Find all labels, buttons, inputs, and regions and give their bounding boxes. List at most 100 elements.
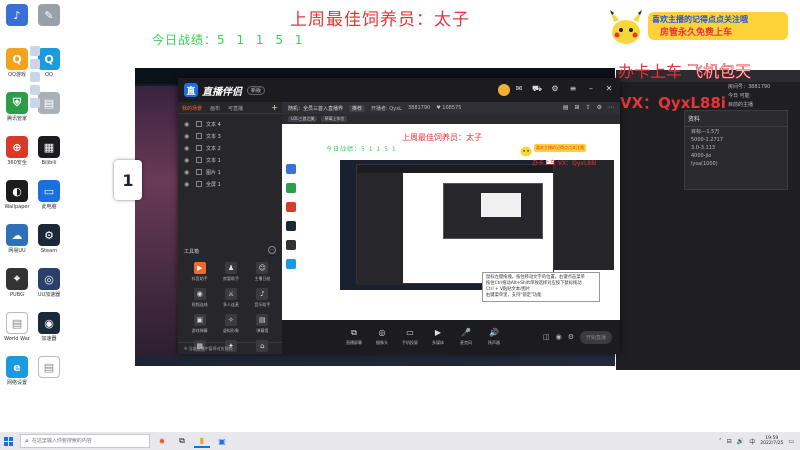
control-button[interactable]: ◎ 摄像头	[368, 328, 396, 346]
scene-checkbox[interactable]	[196, 169, 202, 175]
clock[interactable]: 19:59 2022/7/25	[760, 436, 783, 446]
volume-icon[interactable]: 🔊	[737, 438, 744, 445]
room-title[interactable]: 随机：全员三首入直播界	[288, 105, 343, 112]
desktop-icon[interactable]: ▦ Bilibili	[32, 136, 66, 166]
chart-icon[interactable]: ▤	[563, 104, 569, 111]
start-button[interactable]	[0, 432, 16, 450]
menu-icon[interactable]: ≡	[568, 84, 578, 94]
network-icon[interactable]: ⊟	[727, 438, 732, 445]
control-button[interactable]: 🔊 扬声器	[480, 328, 508, 346]
desktop-icon[interactable]: ◎ UU加速器	[32, 268, 66, 298]
start-live-button[interactable]: 开始直播	[579, 330, 612, 344]
eye-icon[interactable]: ◉	[184, 133, 192, 140]
version-badge[interactable]: 新版	[247, 85, 266, 95]
tool-icon: ⚔	[224, 288, 237, 300]
tool-button[interactable]: ◉ 视频连线	[184, 288, 215, 308]
mail-icon[interactable]: ✉	[514, 84, 524, 94]
eye-icon[interactable]: ◉	[184, 169, 192, 176]
eye-icon[interactable]: ◉	[184, 157, 192, 164]
tool-button[interactable]: ♟ 房管助手	[215, 262, 246, 282]
tool-button[interactable]: ✧ 虚拟形象	[215, 314, 246, 334]
tool-button[interactable]: ▶ 抖音助手	[184, 262, 215, 282]
chevron-up-icon[interactable]: ˄	[719, 438, 722, 445]
preview-icon	[286, 164, 296, 174]
toolbox-more-button[interactable]: ···	[268, 246, 276, 254]
info-card-item: lysa(1000)	[691, 161, 718, 167]
scene-item[interactable]: ◉ 图片 1	[178, 166, 282, 178]
grid-icon[interactable]: ⊞	[575, 104, 580, 111]
desktop-icon[interactable]: ⚙ Steam	[32, 224, 66, 254]
task-view-icon[interactable]: ⧉	[174, 434, 190, 448]
desktop-icon[interactable]: ♪	[0, 4, 34, 28]
settings-icon[interactable]: ⚙	[568, 333, 574, 341]
follow-banner: 喜欢主播的记得点点关注哦 房管永久免费上车	[648, 12, 788, 40]
chat-row	[30, 57, 150, 70]
control-button[interactable]: ⧉ 直播屏幕	[340, 328, 368, 346]
close-icon[interactable]: ✕	[604, 84, 614, 94]
eye-icon[interactable]: ◉	[184, 121, 192, 128]
system-tray: ˄ ⊟ 🔊 中 19:59 2022/7/25 ▭	[719, 436, 800, 446]
league-app-icon[interactable]: ▮	[194, 434, 210, 448]
eye-icon[interactable]: ◉	[184, 181, 192, 188]
desktop-icon[interactable]: ▤ World War	[0, 312, 34, 342]
desktop-icon[interactable]: ▭ 此电脑	[32, 180, 66, 210]
tab-my-scenes[interactable]: 我的场景	[178, 102, 206, 113]
control-button[interactable]: ▶ 多媒体	[424, 328, 452, 346]
camera-icon[interactable]: ◫	[543, 333, 550, 341]
desktop-icon[interactable]: ▤	[32, 356, 66, 380]
notification-icon[interactable]: ▭	[788, 438, 794, 445]
taskbar-search[interactable]: ⌕	[20, 434, 150, 448]
scene-item[interactable]: ◉ 文本 2	[178, 142, 282, 154]
eye-icon[interactable]: ◉	[556, 333, 562, 341]
scene-checkbox[interactable]	[196, 133, 202, 139]
tab-canvas[interactable]: 画布	[206, 102, 224, 113]
scene-item[interactable]: ◉ 文本 4	[178, 118, 282, 130]
avatar[interactable]	[498, 84, 510, 96]
desktop-icon[interactable]: e 网络设置	[0, 356, 34, 386]
desktop-icon[interactable]: ◉ 加速器	[32, 312, 66, 342]
room-tag[interactable]: LOL三首之美	[288, 116, 318, 122]
room-info-bar: 随机：全员三首入直播界 推荐 开播者: QyxL 3881790 ♥ 10857…	[282, 102, 620, 114]
scene-item[interactable]: ◉ 全屏 1	[178, 178, 282, 190]
preview-icon	[286, 183, 296, 193]
desktop-icon[interactable]: ◐ Wallpaper	[0, 180, 34, 210]
ime-icon[interactable]: 中	[749, 437, 755, 446]
scene-checkbox[interactable]	[196, 157, 202, 163]
scene-checkbox[interactable]	[196, 145, 202, 151]
desktop-icon[interactable]: ⊕ 360安全	[0, 136, 34, 166]
room-tag[interactable]: 草莓上车位	[321, 116, 348, 122]
tool-button[interactable]: ⚔ 多人连麦	[215, 288, 246, 308]
scene-checkbox[interactable]	[196, 121, 202, 127]
add-scene-button[interactable]: +	[267, 102, 282, 113]
carousel-arrow-button[interactable]: 1	[114, 160, 142, 200]
desktop-icon[interactable]: Q QQ游戏	[0, 48, 34, 78]
desktop-icon[interactable]: ☁ 网易UU	[0, 224, 34, 254]
settings-icon[interactable]: ⚙	[550, 84, 560, 94]
more-icon[interactable]: ⋯	[608, 104, 614, 111]
tab-live-ready[interactable]: 可直播	[224, 102, 247, 113]
tool-button[interactable]: ♪ 音乐助手	[247, 288, 278, 308]
scene-checkbox[interactable]	[196, 181, 202, 187]
search-input[interactable]	[31, 438, 142, 444]
tool-button[interactable]: ▣ 游戏弹幕	[184, 314, 215, 334]
background-chat-window	[30, 0, 150, 140]
cart-icon[interactable]: ⛟	[532, 84, 542, 94]
tool-button[interactable]: ▤ 弹幕墙	[247, 314, 278, 334]
tool-button[interactable]: ☺ 主播日结	[247, 262, 278, 282]
desktop-icon[interactable]: ⌖ PUBG	[0, 268, 34, 298]
desktop-icon[interactable]: ⛨ 腾讯管家	[0, 92, 34, 122]
scene-item[interactable]: ◉ 文本 1	[178, 154, 282, 166]
share-icon[interactable]: ⇪	[586, 104, 591, 111]
fire-app-icon[interactable]: ✹	[154, 434, 170, 448]
live-companion-app-icon[interactable]: ▣	[214, 434, 230, 448]
gear-icon[interactable]: ⚙	[597, 104, 602, 111]
desktop-icon-label: PUBG	[10, 292, 24, 298]
search-icon: ⌕	[25, 436, 29, 445]
tool-icon: ☺	[256, 262, 269, 274]
eye-icon[interactable]: ◉	[184, 145, 192, 152]
control-button[interactable]: ▭ 手机投屏	[396, 328, 424, 346]
control-button[interactable]: 🎤 麦克风	[452, 328, 480, 346]
scene-item[interactable]: ◉ 文本 3	[178, 130, 282, 142]
streaming-app-window: 直 直播伴侣 新版 ✉ ⛟ ⚙ ≡ – ✕ 我的场景 画布 可直播 + ◉ 文本 …	[178, 78, 620, 354]
minimize-icon[interactable]: –	[586, 84, 596, 94]
